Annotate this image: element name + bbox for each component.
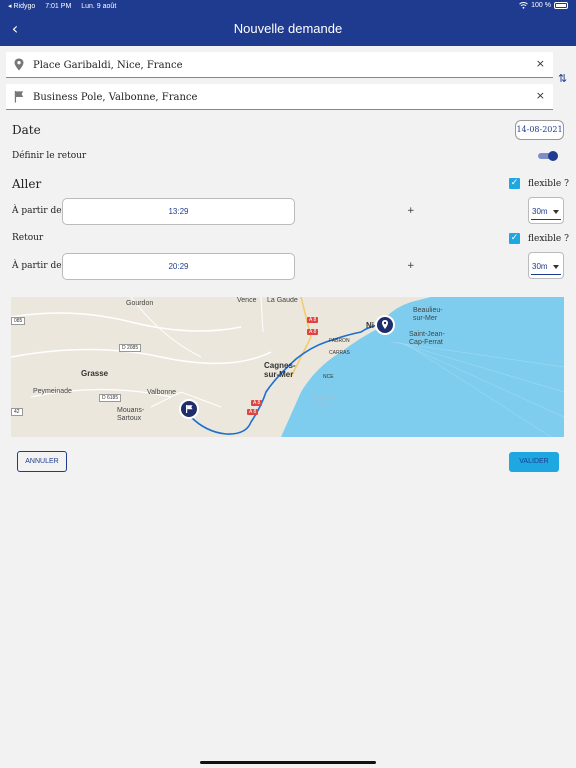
origin-marker-icon[interactable] [375, 315, 395, 335]
return-time-input[interactable]: 20:29 [62, 253, 295, 280]
clear-destination-button[interactable]: × [536, 89, 545, 102]
home-indicator[interactable] [200, 761, 376, 764]
battery-icon [554, 2, 568, 9]
carrier-label: ◂ Ridygo [8, 3, 36, 10]
status-time: 7:01 PM [45, 3, 72, 10]
outbound-flexible-checkbox[interactable]: ✓ [509, 178, 520, 189]
map-label-peymeinade: Peymeinade [33, 388, 72, 395]
return-from-label: À partir de : [12, 261, 68, 271]
map-label-d2085: D 2085 [119, 344, 142, 352]
map-label-grasse: Grasse [81, 369, 109, 378]
chevron-down-icon [553, 210, 559, 214]
confirm-button[interactable]: VALIDER [509, 452, 559, 472]
chevron-down-icon [553, 265, 559, 269]
clear-origin-button[interactable]: × [536, 57, 545, 70]
outbound-time-input[interactable]: 13:29 [62, 198, 295, 225]
return-margin-value: 30m [532, 262, 548, 271]
header-bar: ‹ Nouvelle demande [0, 13, 576, 46]
map-label-d6185: D 6185 [99, 394, 122, 402]
cancel-button[interactable]: ANNULER [17, 451, 67, 472]
date-label: Date [12, 123, 41, 137]
destination-marker-icon[interactable] [179, 399, 199, 419]
outbound-flexible-label: flexible ? [528, 179, 569, 189]
battery-percent: 100 % [531, 2, 551, 9]
page-title: Nouvelle demande [233, 21, 343, 36]
flag-icon [14, 90, 24, 103]
location-pin-icon [14, 58, 24, 71]
status-date: Lun. 9 août [81, 3, 117, 10]
map-label-gourdon: Gourdon [126, 300, 154, 307]
origin-value: Place Garibaldi, Nice, France [33, 60, 183, 71]
map-label-fabron: FABRON [329, 338, 350, 344]
map-label-mouans-sartoux: Mouans- Sartoux [117, 407, 145, 422]
map-label-a8-3: A 8 [251, 400, 263, 406]
return-flexible-checkbox[interactable]: ✓ [509, 233, 520, 244]
map-label-vence: Vence [237, 297, 257, 304]
date-picker[interactable]: 14-08-2021 [515, 120, 564, 140]
map-label-route-42: 42 [11, 408, 23, 416]
destination-field[interactable]: Business Pole, Valbonne, France × [6, 84, 553, 110]
map-label-nice: Ni [366, 321, 374, 330]
return-title: Retour [12, 233, 44, 243]
outbound-margin-value: 30m [532, 207, 548, 216]
map-label-la-gaude: La Gaude [267, 297, 298, 304]
return-toggle-label: Définir le retour [12, 151, 87, 161]
return-toggle[interactable] [538, 151, 558, 161]
swap-addresses-icon[interactable]: ⇅ [558, 72, 567, 85]
map-label-route-085: 085 [11, 317, 26, 325]
map-label-beaulieu: Beaulieu- sur-Mer [413, 307, 443, 322]
map-label-saint-jean: Saint-Jean- Cap-Ferrat [409, 331, 445, 346]
map-label-carras: CARRAS [329, 350, 350, 356]
outbound-from-label: À partir de : [12, 206, 68, 216]
map-label-baie-des-anges: Baie des Anges [313, 395, 337, 408]
return-plus-label: + [407, 261, 415, 271]
toggle-knob [548, 151, 558, 161]
map-label-a8-4: A 8 [247, 409, 259, 415]
return-margin-select[interactable]: 30m [528, 252, 564, 279]
status-bar: ◂ Ridygo 7:01 PM Lun. 9 août 100 % [0, 0, 576, 13]
wifi-icon [519, 2, 529, 9]
select-underline [531, 274, 561, 275]
map-label-cagnes: Cagnes- sur-Mer [264, 361, 296, 379]
map-label-valbonne: Valbonne [147, 389, 177, 396]
select-underline [531, 219, 561, 220]
map-label-a8-2: A 8 [307, 329, 319, 335]
map-label-nce: NCE [323, 374, 334, 380]
map-label-a8-1: A 8 [307, 317, 319, 323]
origin-field[interactable]: Place Garibaldi, Nice, France × [6, 52, 553, 78]
destination-value: Business Pole, Valbonne, France [33, 92, 198, 103]
outbound-margin-select[interactable]: 30m [528, 197, 564, 224]
outbound-title: Aller [12, 177, 42, 191]
return-flexible-label: flexible ? [528, 234, 569, 244]
route-map[interactable]: Gourdon Vence La Gaude Beaulieu- sur-Mer… [11, 297, 564, 437]
outbound-plus-label: + [407, 206, 415, 216]
